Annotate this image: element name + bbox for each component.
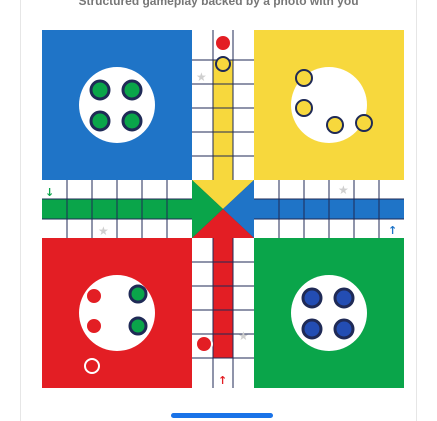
bottom-entry-arrow: ↑ [218,374,227,387]
left-divider [20,0,21,421]
board-graphic: ★ ★ ★ ★ > < ↑ ↑ ↓ [42,30,404,388]
green-home-circle [291,275,367,351]
top-track [192,30,254,180]
caption-text: Structured gameplay backed by a photo wi… [78,0,359,8]
left-track [42,180,192,238]
home-indicator[interactable] [171,413,273,418]
right-track [254,180,404,238]
svg-text:★: ★ [338,183,349,197]
right-divider [416,0,417,421]
right-entry-arrow: < [387,206,396,219]
blue-home-circle [79,67,155,143]
bottom-track [192,238,254,388]
up-arrow: ↑ [388,224,397,237]
ludo-board[interactable]: ★ ★ ★ ★ > < ↑ ↑ ↓ [42,30,404,388]
left-entry-arrow: > [47,209,56,222]
down-arrow: ↓ [45,186,54,199]
svg-text:★: ★ [196,70,207,84]
svg-text:★: ★ [238,329,249,343]
svg-text:★: ★ [98,224,109,238]
